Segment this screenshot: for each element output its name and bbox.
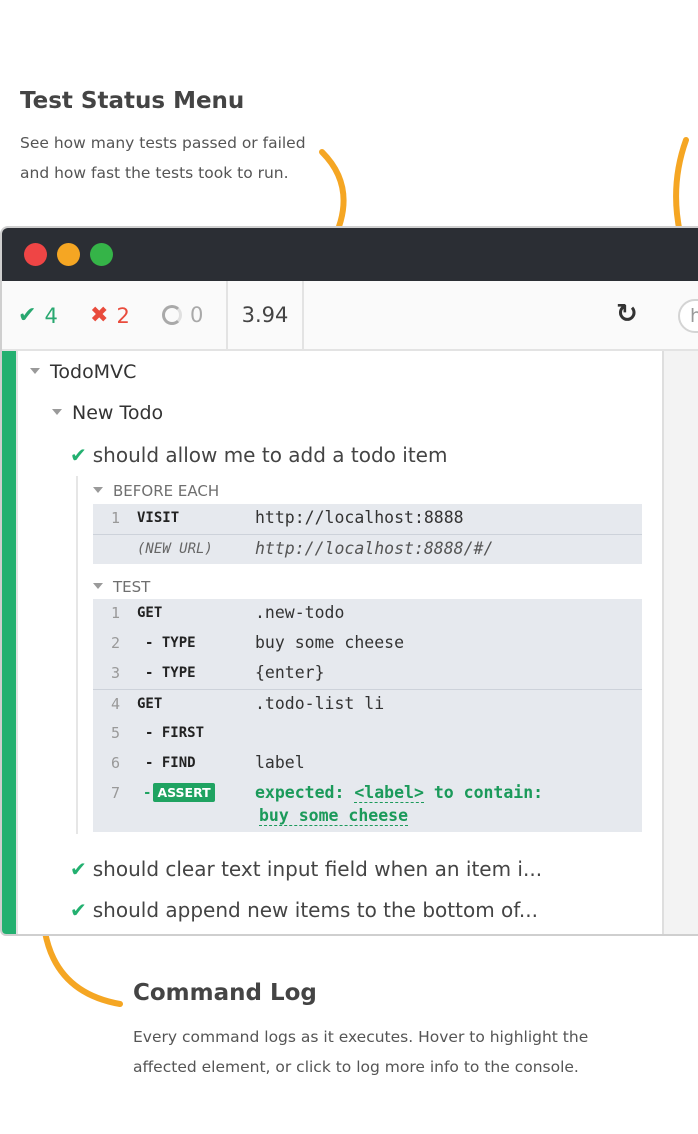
pending-ring-icon	[162, 305, 182, 325]
command-name: GET	[137, 696, 163, 712]
suite-todomvc[interactable]: TodoMVC	[30, 361, 136, 383]
command-name: (NEW URL)	[137, 541, 213, 557]
command-log: TodoMVC New Todo ✔ should allow me to add…	[2, 351, 662, 934]
command-name: - ASSERT	[143, 783, 215, 802]
run-status-bar	[2, 351, 18, 934]
hook-test[interactable]: TEST	[93, 578, 150, 596]
command-row[interactable]: 2 - TYPE buy some cheese	[93, 629, 642, 659]
command-row[interactable]: 1 GET .new-todo	[93, 599, 642, 629]
test-title: should clear text input field when an it…	[92, 857, 543, 881]
command-row[interactable]: 6 - FIND label	[93, 749, 642, 779]
command-message: http://localhost:8888	[255, 508, 464, 527]
pending-count: 0	[162, 303, 203, 327]
hook-guide-line	[76, 476, 78, 834]
check-icon: ✔	[70, 857, 87, 881]
command-log-annotation-text: Every command logs as it executes. Hover…	[133, 1022, 653, 1082]
command-log-annotation-title: Command Log	[133, 980, 317, 1006]
test-add-todo-item[interactable]: ✔ should allow me to add a todo item	[70, 443, 447, 467]
runner-window: ✔ 4 ✖ 2 0 3.94 ↻ h TodoMVC New Todo ✔sho…	[0, 226, 698, 936]
command-name: - TYPE	[145, 635, 196, 651]
reload-icon[interactable]: ↻	[616, 299, 638, 329]
close-window-button[interactable]	[24, 243, 47, 266]
command-number: 3	[111, 664, 121, 682]
command-name: - FIND	[145, 755, 196, 771]
assert-message: expected: <label> to contain:	[255, 783, 544, 803]
passed-count-value: 4	[44, 303, 58, 328]
command-number: 1	[111, 604, 121, 622]
test-title: should append new items to the bottom of…	[92, 898, 538, 922]
status-menu-annotation-text: See how many tests passed or failed and …	[20, 128, 360, 188]
command-name: GET	[137, 605, 163, 621]
check-icon: ✔	[70, 898, 87, 922]
url-input[interactable]: h	[678, 299, 698, 333]
cross-icon: ✖	[90, 303, 109, 328]
test-title: should allow me to add a todo item	[92, 443, 448, 467]
assert-value: buy some cheese	[259, 806, 409, 826]
command-message: label	[255, 753, 305, 772]
command-name: - FIRST	[145, 725, 205, 741]
command-number: 4	[111, 695, 121, 713]
command-name: - TYPE	[145, 665, 196, 681]
caret-down-icon	[93, 486, 103, 493]
suite-new-todo[interactable]: New Todo	[52, 402, 163, 424]
hook-label: BEFORE EACH	[113, 482, 220, 500]
hook-before-each[interactable]: BEFORE EACH	[93, 482, 219, 500]
caret-down-icon	[52, 408, 62, 415]
status-menu-annotation-title: Test Status Menu	[20, 88, 245, 114]
command-row[interactable]: 1 VISIT http://localhost:8888	[93, 504, 642, 534]
before-each-commands: 1 VISIT http://localhost:8888 (NEW URL) …	[93, 504, 642, 564]
command-number: 6	[111, 754, 121, 772]
caret-down-icon	[93, 582, 103, 589]
assert-to-contain: to contain:	[433, 783, 544, 802]
command-message: {enter}	[255, 663, 325, 682]
assert-dash: -	[143, 785, 152, 801]
command-number: 2	[111, 634, 121, 652]
caret-down-icon	[30, 367, 40, 374]
suite-title: New Todo	[72, 402, 164, 424]
duration-display: 3.94	[226, 281, 304, 349]
annotation-line: Every command logs as it executes. Hover…	[133, 1028, 589, 1046]
failed-count-value: 2	[116, 303, 130, 328]
assert-value-line: buy some cheese	[259, 806, 409, 826]
window-titlebar	[2, 228, 698, 281]
test-status-menu: ✔ 4 ✖ 2 0 3.94 ↻ h	[2, 281, 698, 351]
assert-subject: <label>	[354, 783, 424, 803]
check-icon: ✔	[70, 443, 87, 467]
check-icon: ✔	[18, 303, 37, 328]
maximize-window-button[interactable]	[90, 243, 113, 266]
command-number: 7	[111, 784, 121, 802]
hook-label: TEST	[113, 578, 151, 596]
minimize-window-button[interactable]	[57, 243, 80, 266]
command-number: 5	[111, 724, 121, 742]
command-message: http://localhost:8888/#/	[255, 539, 494, 558]
assert-badge: ASSERT	[153, 783, 215, 802]
command-name: VISIT	[137, 510, 180, 526]
command-message: buy some cheese	[255, 633, 405, 652]
command-row[interactable]: 4 GET .todo-list li	[93, 689, 642, 719]
annotation-line: affected element, or click to log more i…	[133, 1058, 579, 1076]
assert-expected: expected:	[255, 783, 345, 802]
test-append-items[interactable]: ✔ should append new items to the bottom o…	[70, 898, 538, 922]
pending-count-value: 0	[190, 303, 204, 327]
command-message: .new-todo	[255, 603, 345, 622]
failed-count: ✖ 2	[90, 303, 130, 328]
command-row[interactable]: (NEW URL) http://localhost:8888/#/	[93, 534, 642, 564]
suite-title: TodoMVC	[50, 361, 137, 383]
command-number: 1	[111, 509, 121, 527]
command-message: .todo-list li	[255, 694, 385, 713]
assert-command-row[interactable]: 7 - ASSERT expected: <label> to contain: …	[93, 779, 642, 831]
test-commands: 1 GET .new-todo 2 - TYPE buy some cheese…	[93, 599, 642, 832]
command-row[interactable]: 3 - TYPE {enter}	[93, 659, 642, 689]
annotation-line: See how many tests passed or failed	[20, 134, 306, 152]
annotation-line: and how fast the tests took to run.	[20, 164, 289, 182]
passed-count: ✔ 4	[18, 303, 58, 328]
test-clear-input[interactable]: ✔ should clear text input field when an i…	[70, 857, 542, 881]
command-row[interactable]: 5 - FIRST	[93, 719, 642, 749]
app-preview-panel	[662, 351, 698, 934]
